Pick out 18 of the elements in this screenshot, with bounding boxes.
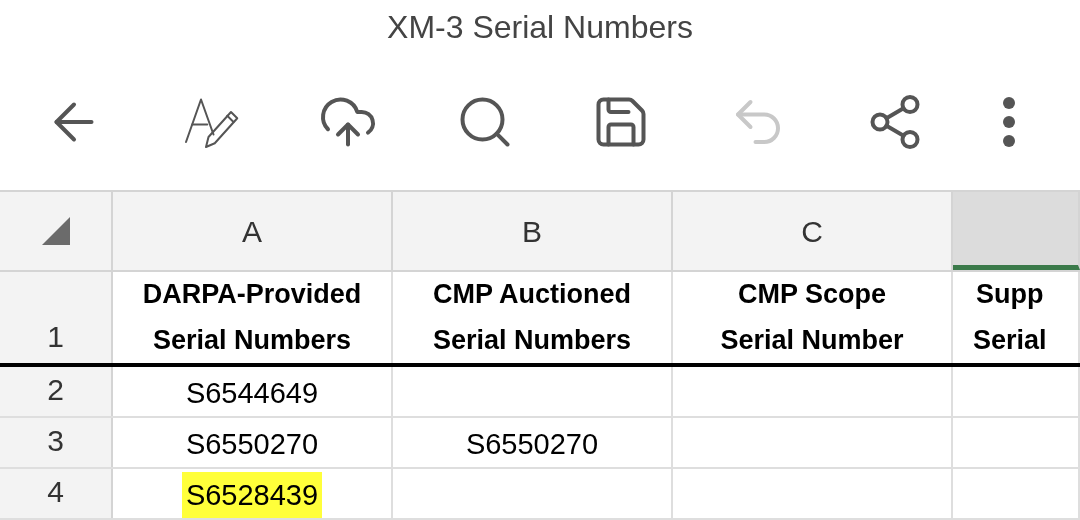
table-cell-text: S6544649 <box>185 376 319 411</box>
corner-triangle-icon <box>41 217 70 245</box>
column-header[interactable]: B <box>393 192 673 270</box>
table-cell-text: S6550270 <box>465 427 599 462</box>
column-title: Supp Serial <box>973 278 1047 357</box>
column-header[interactable]: A <box>113 192 393 270</box>
more-icon <box>1001 95 1016 148</box>
row-number[interactable]: 3 <box>0 418 113 467</box>
table-cell: S6528439 <box>181 472 323 518</box>
column-header[interactable] <box>953 192 1080 270</box>
column-title: CMP Scope Serial Number <box>720 278 904 357</box>
column-title: CMP Auctioned Serial Numbers <box>432 278 632 357</box>
row-number[interactable]: 1 <box>0 272 113 363</box>
row-number[interactable]: 2 <box>0 367 113 416</box>
column-title: DARPA-Provided Serial Numbers <box>142 278 362 357</box>
table-cell-text: S6550270 <box>185 427 319 462</box>
row-number[interactable]: 4 <box>0 469 113 518</box>
window-title: XM-3 Serial Numbers <box>387 7 693 47</box>
